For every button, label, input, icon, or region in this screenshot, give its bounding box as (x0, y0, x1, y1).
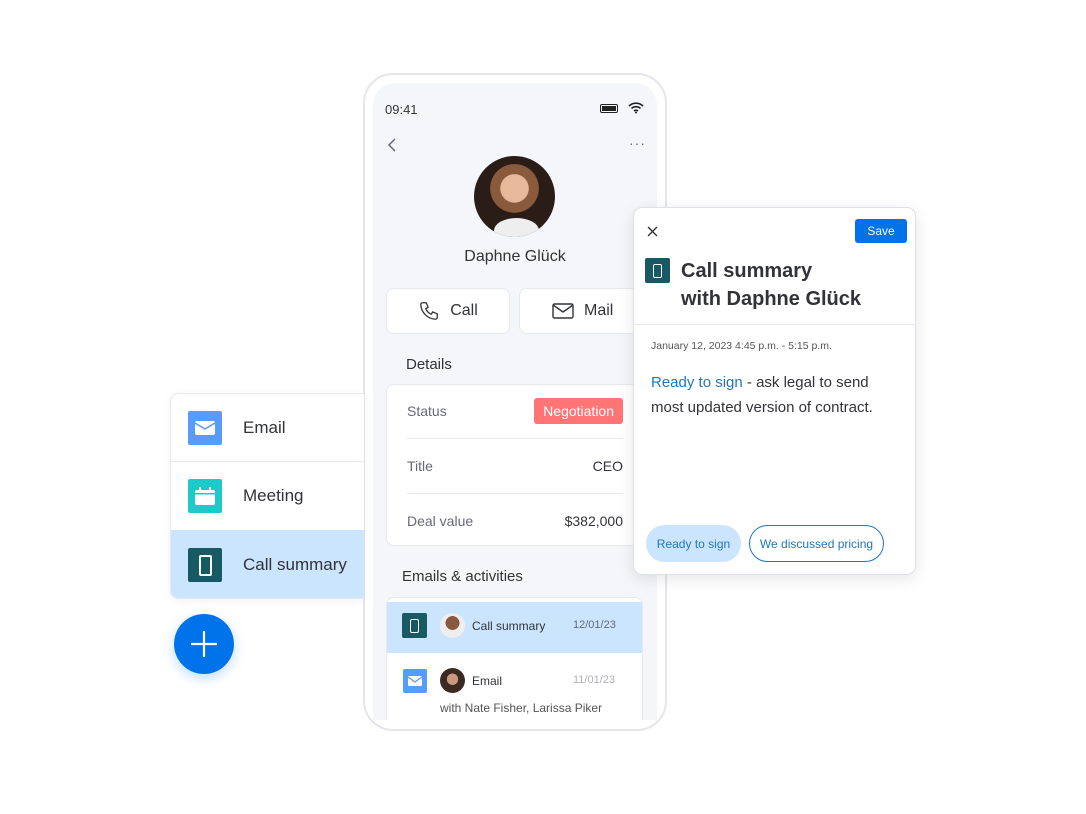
title-line-2: with Daphne Glück (681, 288, 862, 310)
activity-subtitle: with Nate Fisher, Larissa Piker (440, 701, 603, 715)
deal-value-label: Deal value (407, 513, 474, 529)
phone-icon (402, 613, 427, 638)
menu-item-email[interactable]: Email (171, 394, 364, 462)
activity-item-call-summary[interactable]: Call summary 12/01/23 (387, 602, 642, 653)
deal-value: $382,000 (564, 513, 623, 529)
chip-discussed-pricing[interactable]: We discussed pricing (749, 525, 884, 562)
contact-screen: 09:41 ··· Daphne Glück Call Mail Details… (373, 83, 657, 720)
call-label: Call (450, 302, 478, 319)
call-button[interactable]: Call (386, 288, 510, 334)
activities-heading: Emails & activities (402, 568, 523, 585)
details-card: Status Negotiation Title CEO Deal value … (386, 384, 640, 546)
more-icon[interactable]: ··· (629, 135, 646, 151)
divider (407, 493, 623, 494)
phone-handset-icon (420, 302, 439, 320)
close-icon[interactable] (647, 226, 658, 237)
activity-type: Call summary (472, 619, 546, 633)
title-value: CEO (592, 458, 623, 474)
activity-type-menu: Email Meeting Call summary (170, 393, 364, 599)
plus-icon (191, 631, 217, 657)
divider (634, 324, 915, 325)
phone-icon (188, 548, 222, 582)
detail-row-title: Title CEO (407, 453, 623, 479)
person-avatar (440, 668, 465, 693)
status-time: 09:41 (385, 102, 418, 117)
envelope-icon (552, 303, 574, 319)
chip-ready-to-sign[interactable]: Ready to sign (646, 525, 741, 562)
menu-label: Call summary (243, 555, 347, 574)
menu-label: Email (243, 417, 286, 437)
mail-icon (188, 411, 222, 445)
title-label: Title (407, 458, 433, 474)
phone-icon (645, 258, 670, 283)
summary-highlight: Ready to sign (651, 374, 743, 391)
title-line-1: Call summary (681, 260, 813, 282)
menu-item-call-summary[interactable]: Call summary (171, 530, 364, 598)
contact-name: Daphne Glück (464, 248, 566, 265)
mail-label: Mail (584, 302, 614, 319)
divider (407, 438, 623, 439)
battery-icon (600, 104, 618, 113)
menu-label: Meeting (243, 486, 304, 505)
activity-date: 11/01/23 (573, 674, 616, 686)
back-icon[interactable] (387, 138, 397, 152)
call-datetime: January 12, 2023 4:45 p.m. - 5:15 p.m. (651, 340, 832, 352)
details-heading: Details (406, 356, 452, 373)
activity-item-email[interactable]: Email 11/01/23 with Nate Fisher, Larissa… (387, 654, 642, 720)
activity-date: 12/01/23 (573, 619, 616, 631)
wifi-icon (628, 102, 644, 114)
person-avatar (440, 613, 465, 638)
menu-item-meeting[interactable]: Meeting (171, 462, 364, 530)
summary-text[interactable]: Ready to sign - ask legal to send most u… (651, 371, 901, 420)
detail-row-status: Status Negotiation (407, 398, 623, 424)
dialog-title: Call summary with Daphne Glück (681, 257, 861, 313)
activities-list: Call summary 12/01/23 Email 11/01/23 wit… (386, 597, 643, 720)
call-summary-dialog: Save Call summary with Daphne Glück Janu… (633, 207, 916, 575)
calendar-icon (188, 479, 222, 513)
add-activity-fab[interactable] (174, 614, 234, 674)
status-label: Status (407, 403, 447, 419)
status-badge[interactable]: Negotiation (534, 398, 623, 424)
save-button[interactable]: Save (855, 219, 907, 243)
activity-type: Email (472, 674, 503, 688)
detail-row-deal-value: Deal value $382,000 (407, 508, 623, 534)
contact-avatar (474, 156, 555, 237)
mail-icon (403, 669, 427, 693)
